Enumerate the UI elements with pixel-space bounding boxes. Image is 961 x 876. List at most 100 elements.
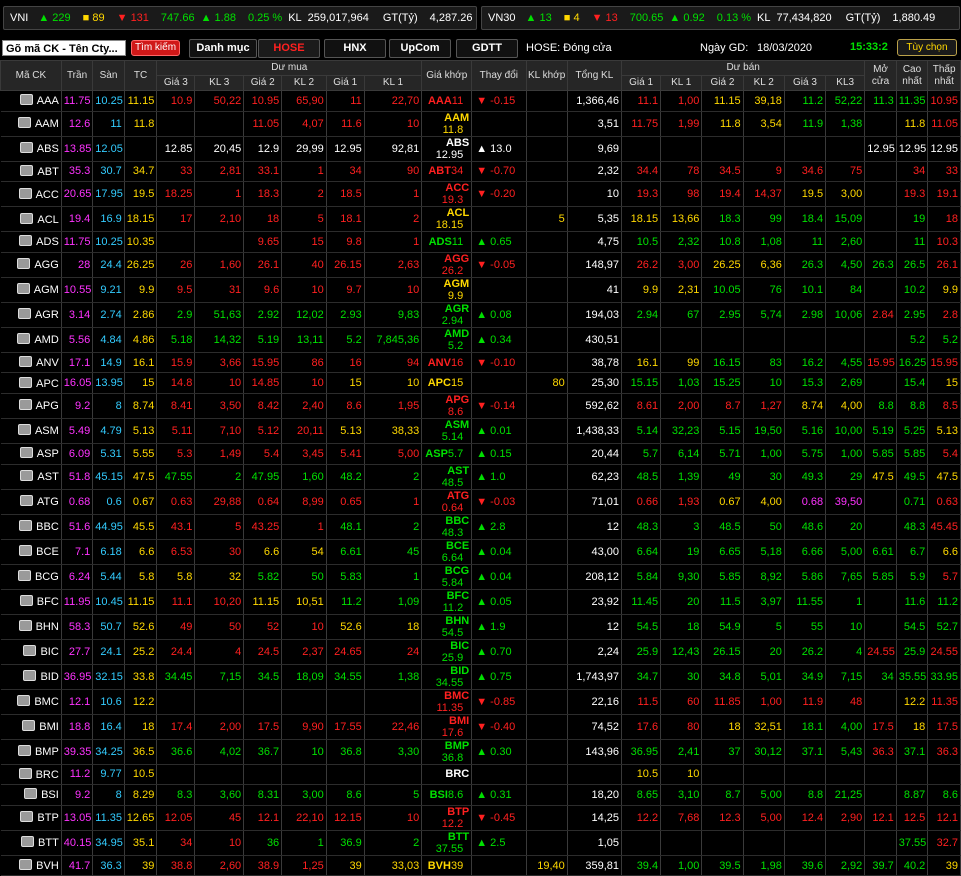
table-row[interactable]: APC 16.05 13.95 15 14.8 10 14.85 10 15 10 APC 15 80 2… — [0, 372, 961, 394]
checkbox-icon[interactable] — [23, 645, 37, 657]
checkbox-icon[interactable] — [19, 520, 33, 532]
col-buy-3[interactable]: Giá 2 — [243, 75, 283, 91]
col-sell-1[interactable]: Giá 1 — [621, 75, 662, 91]
checkbox-icon[interactable] — [21, 836, 35, 848]
table-row[interactable]: ANV 17.1 14.9 16.1 15.9 3,66 15.95 86 16 94 ANV 16 ▼… — [0, 352, 961, 374]
checkbox-icon[interactable] — [17, 258, 31, 270]
checkbox-icon[interactable] — [20, 811, 34, 823]
symbol-cell[interactable]: BMI — [0, 714, 62, 740]
symbol-cell[interactable]: BCE — [0, 539, 62, 565]
symbol-cell[interactable]: AAM — [0, 111, 62, 137]
checkbox-icon[interactable] — [20, 212, 34, 224]
symbol-cell[interactable]: BSI — [0, 784, 62, 806]
checkbox-icon[interactable] — [17, 424, 31, 436]
table-row[interactable]: AAA 11.75 10.25 11.15 10.9 50,22 10.95 65,90 11 2… — [0, 90, 961, 112]
col-low[interactable]: Thấp nhất — [927, 60, 961, 91]
col-sell-6[interactable]: KL3 — [825, 75, 866, 91]
table-row[interactable]: ABT 35.3 30.7 34.7 33 2,81 33.1 1 34 90 ABT 34 ▼ -0.… — [0, 161, 961, 183]
tab-gdtt[interactable]: GDTT — [456, 39, 518, 58]
checkbox-icon[interactable] — [19, 545, 33, 557]
symbol-cell[interactable]: ABT — [0, 161, 62, 183]
checkbox-icon[interactable] — [19, 859, 33, 871]
col-buy-1[interactable]: Giá 3 — [156, 75, 196, 91]
col-high[interactable]: Cao nhất — [895, 60, 929, 91]
table-row[interactable]: AST 51.8 45.15 47.5 47.55 2 47.95 1,60 48.2 2 AST 4… — [0, 464, 961, 490]
symbol-cell[interactable]: AMD — [0, 327, 62, 353]
table-row[interactable]: ASP 6.09 5.31 5.55 5.3 1,49 5.4 3,45 5.41 5,00 ASP… — [0, 443, 961, 465]
checkbox-icon[interactable] — [19, 94, 33, 106]
table-row[interactable]: BHN 58.3 50.7 52.6 49 50 52 10 52.6 18 BHN 54.5 ▲ 1.… — [0, 614, 961, 640]
col-change[interactable]: Thay đổi — [471, 60, 527, 91]
col-buy-5[interactable]: Giá 1 — [325, 75, 365, 91]
checkbox-icon[interactable] — [19, 376, 33, 388]
table-row[interactable]: ADS 11.75 10.25 10.35 9.65 15 9.8 1 ADS 11 ▲ 0.65 4… — [0, 231, 961, 253]
tab-danh-muc[interactable]: Danh mục — [189, 39, 257, 58]
index-vn30[interactable]: VN30 ▲ 13 ■ 4 ▼ 13 700.65 ▲ 0.92 0.13 % KL 77,43… — [481, 6, 960, 30]
symbol-cell[interactable]: BMC — [0, 689, 62, 715]
symbol-cell[interactable]: ACL — [0, 206, 62, 233]
checkbox-icon[interactable] — [18, 399, 32, 411]
col-symbol[interactable]: Mã CK — [0, 60, 62, 91]
checkbox-icon[interactable] — [20, 470, 34, 482]
symbol-cell[interactable]: BFC — [0, 589, 62, 615]
table-row[interactable]: BSI 9.2 8 8.29 8.3 3,60 8.31 3,00 8.6 5 BSI 8.6 ▲ 0.… — [0, 784, 961, 806]
table-row[interactable]: ATG 0.68 0.6 0.67 0.63 29,88 0.64 8,99 0.65 1 ATG 0… — [0, 489, 961, 515]
checkbox-icon[interactable] — [24, 788, 38, 800]
symbol-cell[interactable]: BHN — [0, 614, 62, 640]
table-row[interactable]: AAM 12.6 11 11.8 11.05 4,07 11.6 10 AAM 11.8 3,51 1… — [0, 111, 961, 137]
col-floor[interactable]: Sàn — [92, 60, 125, 91]
col-buy-2[interactable]: KL 3 — [194, 75, 245, 91]
symbol-cell[interactable]: BMP — [0, 739, 62, 765]
symbol-cell[interactable]: BTT — [0, 830, 62, 856]
col-total-vol[interactable]: Tổng KL — [566, 60, 623, 91]
symbol-cell[interactable]: ASP — [0, 443, 62, 465]
index-vni[interactable]: VNI ▲ 229 ■ 89 ▼ 131 747.66 ▲ 1.88 0.25 % KL 259… — [3, 6, 477, 30]
symbol-cell[interactable]: ACC — [0, 181, 62, 208]
checkbox-icon[interactable] — [18, 187, 32, 199]
table-row[interactable]: ASM 5.49 4.79 5.13 5.11 7,10 5.12 20,11 5.13 38,3… — [0, 418, 961, 444]
symbol-cell[interactable]: APG — [0, 393, 62, 419]
table-row[interactable]: BCG 6.24 5.44 5.8 5.8 32 5.82 50 5.83 1 BCG 5.84 ▲ 0… — [0, 564, 961, 590]
col-ref[interactable]: TC — [123, 60, 158, 91]
symbol-cell[interactable]: ADS — [0, 231, 62, 253]
table-row[interactable]: BID 36.95 32.15 33.8 34.45 7,15 34.5 18,09 34.55… — [0, 664, 961, 690]
custom-button[interactable]: Tùy chọn — [897, 39, 957, 56]
symbol-cell[interactable]: AGM — [0, 277, 62, 303]
table-row[interactable]: BTP 13.05 11.35 12.65 12.05 45 12.1 22,10 12.15 1… — [0, 805, 961, 831]
checkbox-icon[interactable] — [23, 670, 37, 682]
symbol-cell[interactable]: AGR — [0, 302, 62, 328]
table-row[interactable]: AGG 28 24.4 26.25 26 1,60 26.1 40 26.15 2,63 AGG 26… — [0, 252, 961, 278]
symbol-cell[interactable]: APC — [0, 372, 62, 394]
col-buy-6[interactable]: KL 1 — [363, 75, 423, 91]
symbol-cell[interactable]: BIC — [0, 639, 62, 665]
checkbox-icon[interactable] — [18, 767, 32, 779]
symbol-cell[interactable]: BTP — [0, 805, 62, 831]
col-sell-3[interactable]: Giá 2 — [701, 75, 744, 91]
table-row[interactable]: BTT 40.15 34.95 35.1 34 10 36 1 36.9 2 BTT 37.55 ▲ 2… — [0, 830, 961, 856]
col-open[interactable]: Mở cửa — [864, 60, 897, 91]
table-row[interactable]: ABS 13.85 12.05 12.85 20,45 12.9 29,99 12.95 92,… — [0, 136, 961, 162]
table-row[interactable]: BRC 11.2 9.77 10.5 BRC 10.5 10 — [0, 764, 961, 786]
tab-hnx[interactable]: HNX — [324, 39, 386, 58]
checkbox-icon[interactable] — [19, 447, 33, 459]
checkbox-icon[interactable] — [17, 117, 31, 129]
checkbox-icon[interactable] — [18, 620, 32, 632]
symbol-cell[interactable]: AAA — [0, 90, 62, 112]
checkbox-icon[interactable] — [19, 235, 33, 247]
table-row[interactable]: AGM 10.55 9.21 9.9 9.5 31 9.6 10 9.7 10 AGM 9.9 41 9.… — [0, 277, 961, 303]
checkbox-icon[interactable] — [19, 356, 33, 368]
search-input[interactable]: Gõ mã CK - Tên Cty... — [2, 40, 126, 56]
checkbox-icon[interactable] — [20, 164, 34, 176]
table-row[interactable]: AGR 3.14 2.74 2.86 2.9 51,63 2.92 12,02 2.93 9,83… — [0, 302, 961, 328]
col-sell-2[interactable]: KL 1 — [660, 75, 703, 91]
col-match-price[interactable]: Giá khớp — [421, 60, 473, 91]
tab-hose[interactable]: HOSE — [258, 39, 320, 58]
checkbox-icon[interactable] — [19, 142, 33, 154]
checkbox-icon[interactable] — [19, 595, 33, 607]
table-row[interactable]: BIC 27.7 24.1 25.2 24.4 4 24.5 2,37 24.65 24 BIC 25… — [0, 639, 961, 665]
symbol-cell[interactable]: AST — [0, 464, 62, 490]
symbol-cell[interactable]: BCG — [0, 564, 62, 590]
tab-upcom[interactable]: UpCom — [389, 39, 451, 58]
table-row[interactable]: AMD 5.56 4.84 4.86 5.18 14,32 5.19 13,11 5.2 7,84… — [0, 327, 961, 353]
checkbox-icon[interactable] — [22, 720, 36, 732]
